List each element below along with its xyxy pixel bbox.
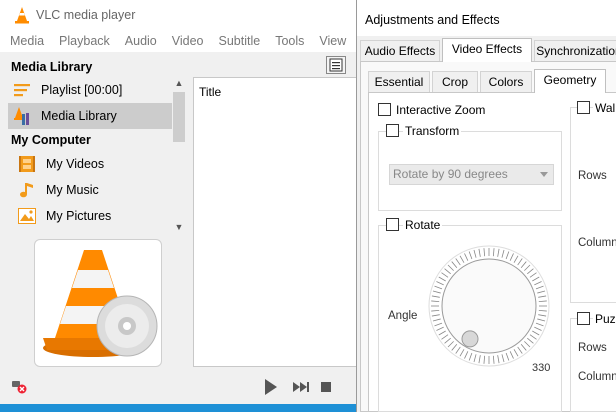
window-title: VLC media player (36, 8, 136, 22)
media-library-icon (14, 107, 29, 125)
menu-subtitle[interactable]: Subtitle (219, 34, 261, 48)
puzzle-label: Puzz (593, 312, 616, 326)
menu-video[interactable]: Video (172, 34, 204, 48)
menu-view[interactable]: View (319, 34, 346, 48)
menu-bar: Media Playback Audio Video Subtitle Tool… (0, 30, 360, 52)
adjustments-title: Adjustments and Effects (357, 0, 616, 36)
interactive-zoom-label: Interactive Zoom (396, 103, 486, 117)
subtab-geometry[interactable]: Geometry (534, 69, 606, 93)
menu-audio[interactable]: Audio (125, 34, 157, 48)
transform-label: Transform (403, 124, 462, 138)
album-art (34, 239, 162, 367)
puzzle-group (570, 318, 616, 412)
wall-group (570, 107, 616, 303)
music-note-icon (20, 183, 33, 198)
vlc-main-window: VLC media player Media Playback Audio Vi… (0, 0, 360, 404)
sidebar: Media Library Playlist [00:00] Media Lib… (8, 56, 186, 236)
puzzle-checkbox[interactable] (577, 312, 590, 325)
angle-knob[interactable] (461, 330, 479, 348)
vlc-cone-icon (15, 7, 29, 24)
angle-label: Angle (388, 310, 418, 322)
rotate-label: Rotate (403, 218, 443, 232)
subtab-colors[interactable]: Colors (480, 71, 532, 93)
menu-tools[interactable]: Tools (275, 34, 304, 48)
sidebar-header-media-library: Media Library (11, 60, 93, 74)
film-icon (19, 156, 35, 172)
playlist-view-button[interactable] (326, 56, 346, 74)
angle-dial[interactable] (427, 244, 551, 368)
chevron-down-icon (540, 172, 548, 177)
tab-synchronization[interactable]: Synchronization (534, 40, 616, 62)
tab-video-effects[interactable]: Video Effects (442, 38, 532, 62)
sidebar-item-label: My Videos (46, 157, 105, 171)
list-view-icon (329, 58, 343, 72)
transform-select-value: Rotate by 90 degrees (393, 167, 508, 181)
angle-value: 330 (532, 362, 551, 374)
scrollbar-thumb[interactable] (173, 92, 185, 142)
subtab-crop[interactable]: Crop (432, 71, 478, 93)
status-icon (12, 381, 27, 394)
sidebar-item-my-videos[interactable]: My Videos (8, 151, 174, 177)
title-bar: VLC media player (0, 0, 360, 30)
interactive-zoom-checkbox[interactable] (378, 103, 391, 116)
picture-icon (18, 208, 36, 224)
sidebar-scrollbar[interactable]: ▲ ▼ (172, 76, 186, 234)
menu-media[interactable]: Media (10, 34, 44, 48)
playlist-icon (14, 84, 30, 97)
menu-playback[interactable]: Playback (59, 34, 110, 48)
stop-icon[interactable] (320, 378, 332, 396)
sidebar-item-label: My Music (46, 183, 99, 197)
puzzle-columns-label: Columns (578, 371, 616, 383)
play-icon[interactable] (264, 378, 278, 396)
column-header-title[interactable]: Title (199, 85, 221, 99)
wall-checkbox[interactable] (577, 101, 590, 114)
rotate-checkbox[interactable] (386, 218, 399, 231)
sidebar-item-media-library[interactable]: Media Library (8, 103, 174, 129)
puzzle-rows-label: Rows (578, 342, 607, 354)
sidebar-item-my-music[interactable]: My Music (8, 177, 174, 203)
subtab-essential[interactable]: Essential (368, 71, 430, 93)
sidebar-item-label: Playlist [00:00] (41, 83, 123, 97)
rows-label: Rows (578, 170, 607, 182)
next-icon[interactable] (292, 378, 310, 396)
sidebar-header-my-computer: My Computer (11, 133, 91, 147)
columns-label: Columns (578, 237, 616, 249)
sidebar-item-playlist[interactable]: Playlist [00:00] (8, 77, 174, 103)
sidebar-item-label: My Pictures (46, 209, 112, 223)
transform-checkbox[interactable] (386, 124, 399, 137)
sidebar-item-my-pictures[interactable]: My Pictures (8, 203, 174, 229)
scroll-up-icon[interactable]: ▲ (172, 76, 186, 90)
vlc-cone-art-icon (43, 250, 158, 357)
scroll-down-icon[interactable]: ▼ (172, 220, 186, 234)
media-list[interactable]: Title (193, 77, 360, 367)
transform-select: Rotate by 90 degrees (389, 164, 554, 185)
tab-audio-effects[interactable]: Audio Effects (360, 40, 440, 62)
sidebar-item-label: Media Library (41, 109, 117, 123)
wall-label: Wall (593, 101, 616, 115)
